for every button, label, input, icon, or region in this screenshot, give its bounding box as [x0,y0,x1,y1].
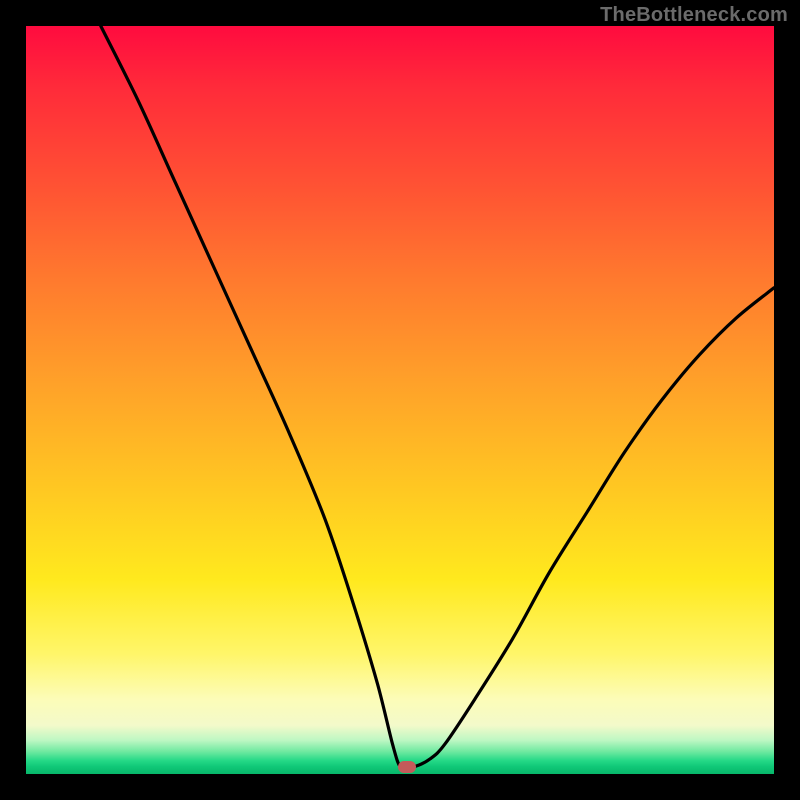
bottleneck-curve [101,26,774,768]
chart-frame: TheBottleneck.com [0,0,800,800]
watermark-text: TheBottleneck.com [600,4,788,27]
plot-area [26,26,774,774]
curve-layer [26,26,774,774]
optimal-marker [398,761,416,773]
